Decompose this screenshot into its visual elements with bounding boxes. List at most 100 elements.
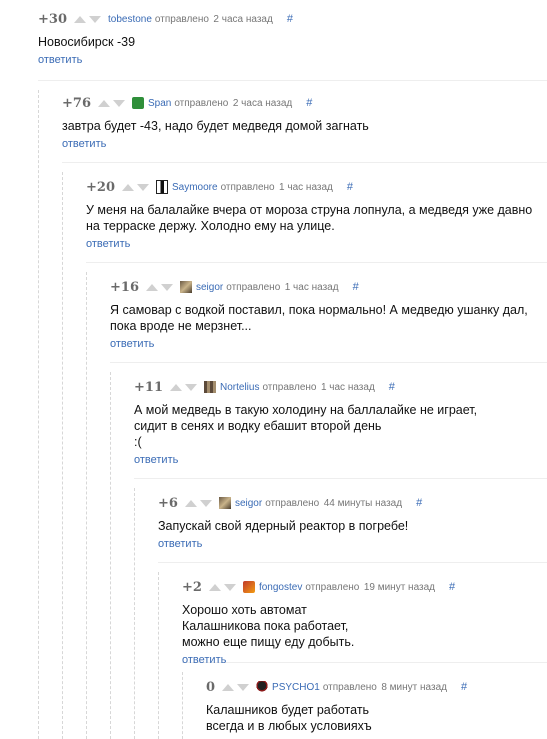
comment: +11 Nortelius отправлено 1 час назад # А… <box>134 380 504 468</box>
score: +20 <box>86 179 115 195</box>
comment-header: +20 Saymoore отправлено 1 час назад # <box>86 179 542 195</box>
downvote-icon[interactable] <box>136 183 149 191</box>
username-link[interactable]: Saymoore <box>172 182 218 193</box>
score: +6 <box>158 495 178 511</box>
score: 0 <box>206 679 216 695</box>
avatar[interactable] <box>203 381 216 393</box>
avatar[interactable] <box>155 180 168 194</box>
reply-link[interactable]: ответить <box>38 54 82 66</box>
upvote-icon[interactable] <box>169 383 182 391</box>
downvote-icon[interactable] <box>184 383 197 391</box>
reply-link[interactable]: ответить <box>158 538 202 550</box>
permalink[interactable]: # <box>306 97 312 109</box>
username-link[interactable]: seigor <box>196 282 223 293</box>
reply-link[interactable]: ответить <box>62 138 106 150</box>
upvote-icon[interactable] <box>73 15 86 23</box>
comment-text: Я самовар с водкой поставил, пока нормал… <box>110 303 528 333</box>
timestamp: 8 минут назад <box>381 681 447 693</box>
thread-line <box>158 572 159 739</box>
avatar[interactable] <box>179 281 192 293</box>
upvote-icon[interactable] <box>97 99 110 107</box>
upvote-icon[interactable] <box>145 283 158 291</box>
sent-label: отправлено <box>262 381 317 393</box>
username-link[interactable]: PSYCHO1 <box>272 682 320 693</box>
permalink[interactable]: # <box>347 181 353 193</box>
timestamp: 1 час назад <box>284 281 339 293</box>
sent-label: отправлено <box>174 97 229 109</box>
comment-header: +6 seigor отправлено 44 минуты назад # <box>158 495 518 511</box>
thread-line <box>134 488 135 739</box>
downvote-icon[interactable] <box>199 499 212 507</box>
comment-header: +76 Span отправлено 2 часа назад # <box>62 96 532 111</box>
upvote-icon[interactable] <box>208 583 221 591</box>
timestamp: 19 минут назад <box>363 581 436 593</box>
sent-label: отправлено <box>305 581 360 593</box>
timestamp: 2 часа назад <box>213 13 273 25</box>
reply-link[interactable]: ответить <box>110 338 154 350</box>
comment-header: +2 fongostev отправлено 19 минут назад # <box>182 580 512 595</box>
comment: +30 tobestone отправлено 2 часа назад # … <box>38 12 538 68</box>
comment-header: 0 PSYCHO1 отправлено 8 минут назад # <box>206 679 536 695</box>
thread-line <box>182 672 183 739</box>
username-link[interactable]: Nortelius <box>220 382 259 393</box>
permalink[interactable]: # <box>353 281 359 293</box>
comment-text: завтра будет -43, надо будет медведя дом… <box>62 119 369 133</box>
timestamp: 1 час назад <box>279 181 333 193</box>
comment-header: +16 seigor отправлено 1 час назад # <box>110 279 530 295</box>
username-link[interactable]: fongostev <box>259 582 302 593</box>
sent-label: отправлено <box>220 181 275 193</box>
timestamp: 44 минуты назад <box>323 497 403 509</box>
sent-label: отправлено <box>322 681 377 693</box>
reply-link[interactable]: ответить <box>134 454 178 466</box>
username-link[interactable]: Span <box>148 98 171 109</box>
downvote-icon[interactable] <box>88 15 101 23</box>
permalink[interactable]: # <box>461 681 467 693</box>
avatar[interactable] <box>218 497 231 509</box>
comment-header: +11 Nortelius отправлено 1 час назад # <box>134 379 504 395</box>
sent-label: отправлено <box>226 281 281 293</box>
thread-line <box>86 272 87 739</box>
avatar[interactable] <box>242 581 255 593</box>
permalink[interactable]: # <box>416 497 422 509</box>
comment-text: Калашников будет работать всегда и в люб… <box>206 703 372 733</box>
downvote-icon[interactable] <box>223 583 236 591</box>
downvote-icon[interactable] <box>237 683 250 691</box>
upvote-icon[interactable] <box>222 683 235 691</box>
downvote-icon[interactable] <box>160 283 173 291</box>
timestamp: 1 час назад <box>320 381 375 393</box>
username-link[interactable]: tobestone <box>108 14 152 25</box>
comment-text: Новосибирск -39 <box>38 35 136 49</box>
comment-text: Хорошо хоть автомат Калашникова пока раб… <box>182 603 355 649</box>
thread-line <box>62 172 63 739</box>
permalink[interactable]: # <box>449 581 455 593</box>
comment: +20 Saymoore отправлено 1 час назад # У … <box>86 180 542 252</box>
score: +30 <box>38 11 67 27</box>
upvote-icon[interactable] <box>121 183 134 191</box>
comment: +6 seigor отправлено 44 минуты назад # З… <box>158 496 518 552</box>
reply-link[interactable]: ответить <box>182 654 226 666</box>
score: +16 <box>110 279 139 295</box>
comment-text: А мой медведь в такую холодину на баллал… <box>134 403 478 449</box>
comment: +2 fongostev отправлено 19 минут назад #… <box>182 580 512 668</box>
separator <box>110 362 547 363</box>
separator <box>86 262 547 263</box>
separator <box>62 162 547 163</box>
separator <box>134 478 547 479</box>
upvote-icon[interactable] <box>184 499 197 507</box>
comment-text: Запускай свой ядерный реактор в погребе! <box>158 519 409 533</box>
thread-line <box>38 90 39 739</box>
score: +11 <box>134 379 163 395</box>
thread-line <box>110 372 111 739</box>
comment-text: У меня на балалайке вчера от мороза стру… <box>86 203 533 233</box>
avatar[interactable] <box>131 97 144 109</box>
reply-link[interactable]: ответить <box>86 238 130 250</box>
username-link[interactable]: seigor <box>235 498 262 509</box>
comment: 0 PSYCHO1 отправлено 8 минут назад # Кал… <box>206 680 536 734</box>
avatar[interactable] <box>256 681 269 693</box>
downvote-icon[interactable] <box>112 99 125 107</box>
permalink[interactable]: # <box>389 381 395 393</box>
separator <box>38 80 547 81</box>
permalink[interactable]: # <box>287 13 293 25</box>
comment: +76 Span отправлено 2 часа назад # завтр… <box>62 96 532 152</box>
sent-label: отправлено <box>154 13 209 25</box>
